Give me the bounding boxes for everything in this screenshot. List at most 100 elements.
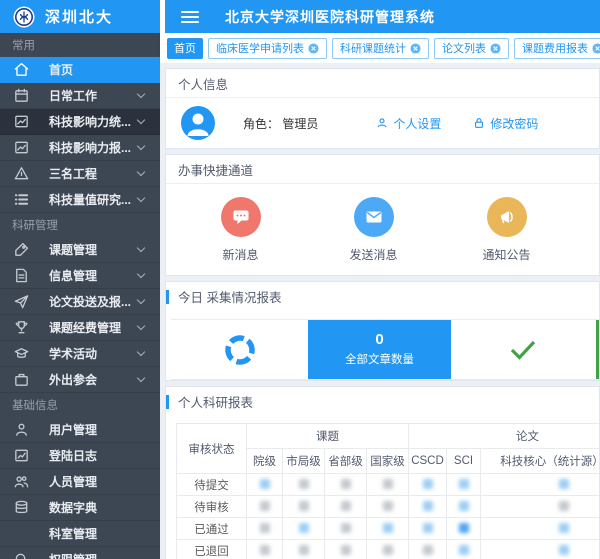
tag-icon [13,241,30,258]
blurred-value [341,501,351,511]
row-status-label: 已通过 [177,518,247,540]
blurred-value [423,523,433,533]
col-header: 省部级 [325,449,367,474]
sidebar-section-basic-info: 基础信息 [0,393,160,417]
blurred-value [299,479,309,489]
sidebar-item-daily-work[interactable]: 日常工作 [0,83,160,109]
user-icon [13,421,30,438]
blurred-value [341,545,351,555]
card-header: 办事快捷通道 [166,155,599,184]
section-marker [166,290,169,304]
quick-channel-card: 办事快捷通道 新消息 发送消息 [165,154,600,276]
personal-settings-link[interactable]: 个人设置 [376,115,441,132]
app-window: 深圳北大 常用 首页 日常工作 科技影响力统... 科技影响力报... 三名工程 [0,0,600,559]
card-header: 今日 采集情况报表 [166,282,599,311]
stat-total-articles-tile[interactable]: 0 全部文章数量 [308,320,451,379]
personal-info-body: 角色： 管理员 个人设置 修改密码 [166,98,599,148]
sidebar-item-project-funds[interactable]: 课题经费管理 [0,315,160,341]
blurred-value [341,523,351,533]
blurred-value [341,479,351,489]
home-icon [13,61,30,78]
no-icon [13,525,30,542]
sidebar-item-tech-impact-report[interactable]: 科技影响力报... [0,135,160,161]
change-password-link[interactable]: 修改密码 [473,115,538,132]
blurred-value [559,479,569,489]
research-report-card: 个人科研报表 审核状态 课题 论文 院级 市 [165,386,600,559]
tab-paper-list[interactable]: 论文列表 [434,38,509,59]
notice-button[interactable]: 通知公告 [440,197,573,263]
megaphone-icon [487,197,527,237]
new-message-button[interactable]: 新消息 [174,197,307,263]
sidebar-item-data-dictionary[interactable]: 数据字典 [0,495,160,521]
table-row: 待审核 [177,496,600,518]
role-value: 管理员 [282,117,318,131]
card-header: 个人信息 [166,69,599,98]
col-header: 院级 [247,449,283,474]
sidebar-item-personnel-mgmt[interactable]: 人员管理 [0,469,160,495]
close-tab-icon[interactable] [592,43,600,54]
send-message-button[interactable]: 发送消息 [307,197,440,263]
sidebar-item-department-mgmt[interactable]: 科室管理 [0,521,160,547]
tab-clinical-application-list[interactable]: 临床医学申请列表 [208,38,327,59]
stat-loading-tile[interactable] [171,320,308,379]
blurred-value [383,545,393,555]
chevron-down-icon [137,374,145,382]
app-title: 北京大学深圳医院科研管理系统 [225,7,435,27]
sidebar-item-login-log[interactable]: 登陆日志 [0,443,160,469]
users-icon [13,473,30,490]
tab-home[interactable]: 首页 [167,38,203,59]
close-tab-icon[interactable] [308,43,319,54]
database-icon [13,499,30,516]
sidebar: 深圳北大 常用 首页 日常工作 科技影响力统... 科技影响力报... 三名工程 [0,0,160,559]
chevron-down-icon [137,270,145,278]
sidebar-item-permission-mgmt[interactable]: 权限管理 [0,547,160,559]
blurred-value [299,545,309,555]
close-tab-icon[interactable] [410,43,421,54]
spinner-icon [223,333,257,367]
stat-green-tile[interactable] [594,320,599,379]
tab-project-fee-report[interactable]: 课题费用报表 [514,38,600,59]
blurred-value [423,501,433,511]
sidebar-item-project-mgmt[interactable]: 课题管理 [0,237,160,263]
chevron-down-icon [137,348,145,356]
chevron-down-icon [137,322,145,330]
graduation-cap-icon [13,345,30,362]
blurred-value [299,501,309,511]
col-header: 市局级 [283,449,325,474]
sidebar-item-academic-activity[interactable]: 学术活动 [0,341,160,367]
blurred-value [459,501,469,511]
total-articles-value: 0 [375,332,383,349]
sidebar-item-info-mgmt[interactable]: 信息管理 [0,263,160,289]
sidebar-item-home[interactable]: 首页 [0,57,160,83]
trend-chart-icon [13,139,30,156]
report-table-wrapper: 审核状态 课题 论文 院级 市局级 省部级 国家级 CSCD SCI 科技核心（… [166,416,599,559]
sidebar-item-tech-value-research[interactable]: 科技量值研究... [0,187,160,213]
sidebar-item-tech-impact-stats[interactable]: 科技影响力统... [0,109,160,135]
row-status-label: 待审核 [177,496,247,518]
table-row: 待提交 [177,474,600,496]
col-header: 国家级 [367,449,409,474]
sidebar-item-paper-submission[interactable]: 论文投送及报... [0,289,160,315]
sidebar-item-three-fame-project[interactable]: 三名工程 [0,161,160,187]
stat-success-tile[interactable] [451,320,594,379]
group-header-projects: 课题 [247,424,409,449]
sidebar-item-user-mgmt[interactable]: 用户管理 [0,417,160,443]
close-tab-icon[interactable] [490,43,501,54]
hospital-logo-icon [13,6,35,28]
col-header: 科技核心（统计源）期刊 [481,449,600,474]
blurred-value [260,479,270,489]
tab-research-project-stats[interactable]: 科研课题统计 [332,38,429,59]
warning-triangle-icon [13,165,30,182]
blurred-value [383,523,393,533]
group-header-papers: 论文 [409,424,600,449]
sidebar-section-common: 常用 [0,33,160,57]
blurred-value [260,501,270,511]
sidebar-item-conference[interactable]: 外出参会 [0,367,160,393]
person-icon [376,117,388,129]
chevron-down-icon [137,90,145,98]
personal-info-card: 个人信息 角色： 管理员 个人设置 修改密码 [165,68,600,149]
hamburger-menu-icon[interactable] [181,8,199,26]
blurred-value [459,545,469,555]
blurred-value [459,523,469,533]
blurred-value [423,545,433,555]
